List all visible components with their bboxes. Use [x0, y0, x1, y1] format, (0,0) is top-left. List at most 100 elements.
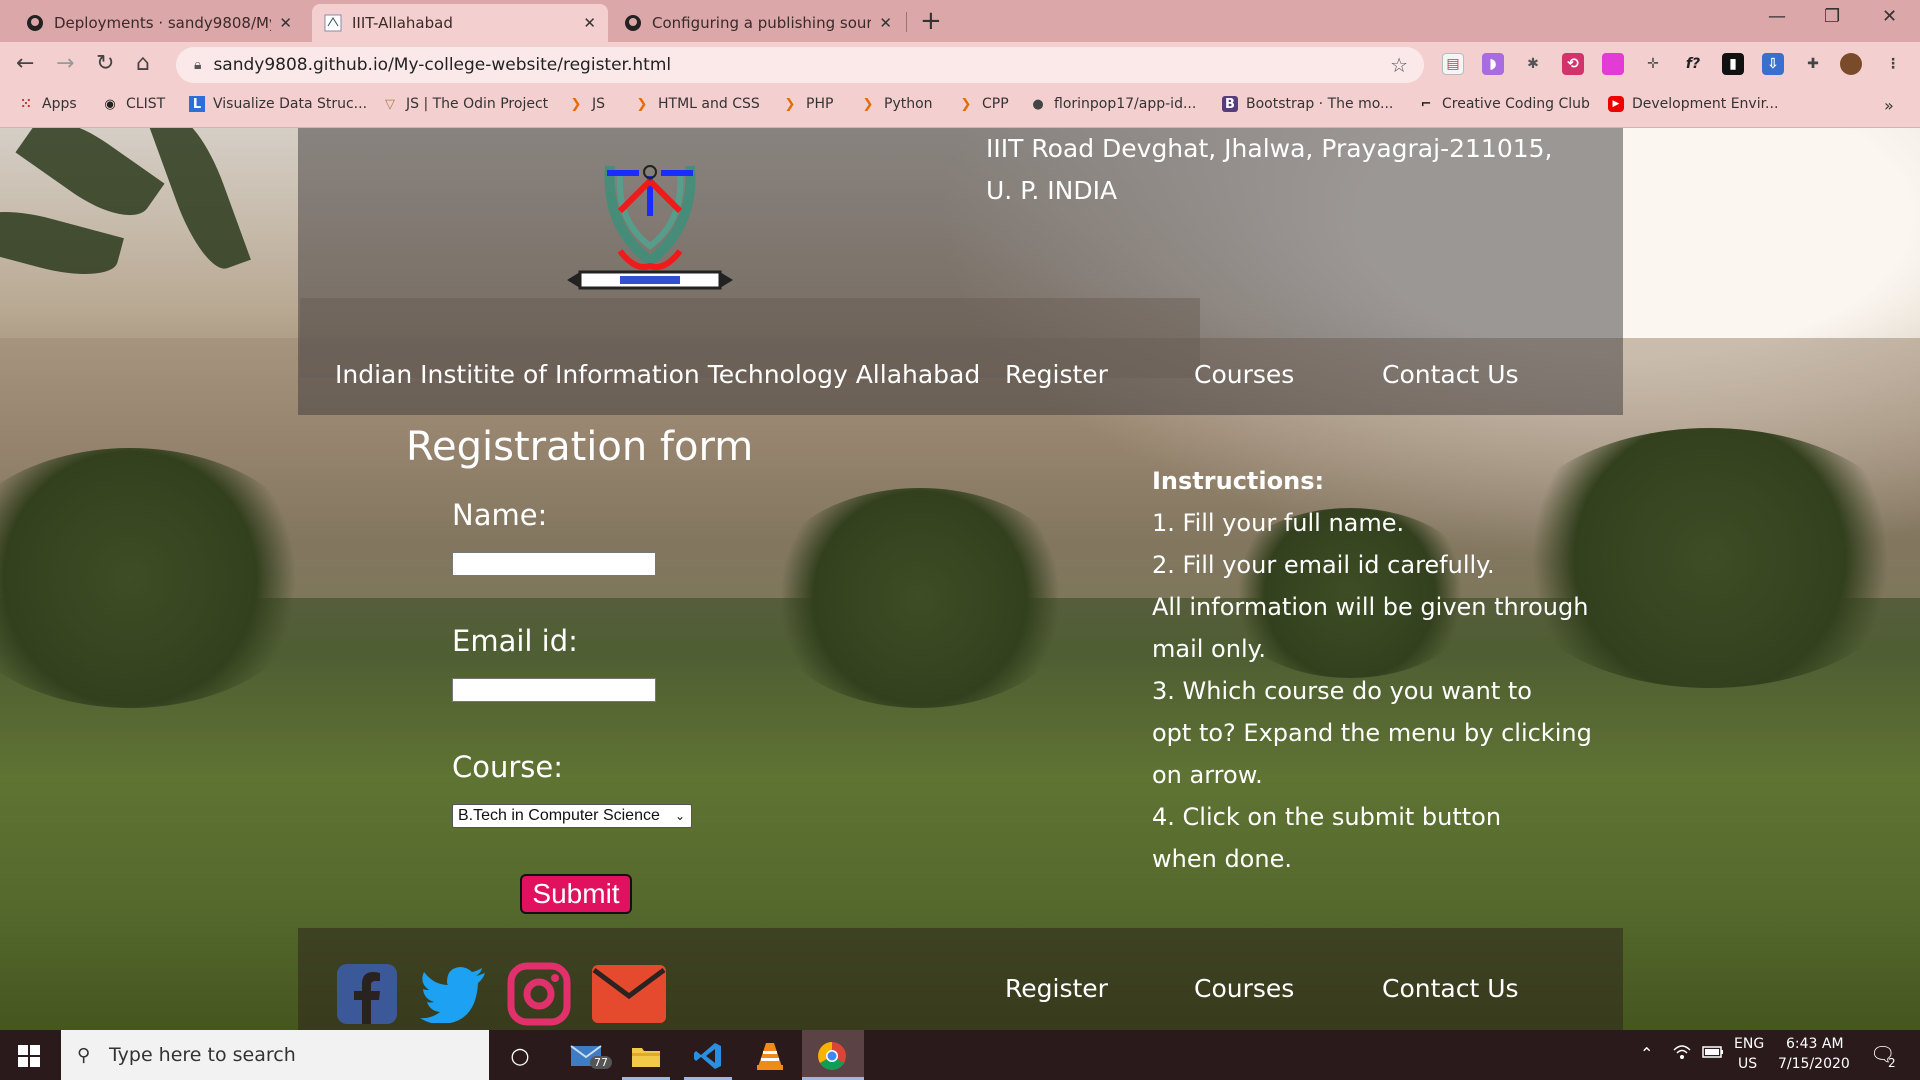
extension-gradient-icon[interactable] — [1602, 53, 1624, 75]
folder-chevron-icon: ❯ — [862, 96, 874, 112]
battery-icon[interactable] — [1702, 1044, 1724, 1062]
facebook-icon[interactable] — [334, 962, 400, 1026]
extension-download-icon[interactable]: ⇩ — [1762, 53, 1784, 75]
extension-black-icon[interactable]: ▮ — [1722, 53, 1744, 75]
vlc-icon[interactable] — [754, 1040, 786, 1072]
course-label: Course: — [452, 750, 564, 784]
back-arrow-icon[interactable]: ← — [16, 51, 34, 76]
institute-name[interactable]: Indian Institite of Information Technolo… — [335, 360, 980, 389]
twitter-icon[interactable] — [418, 962, 488, 1026]
language-top[interactable]: ENG — [1734, 1036, 1764, 1052]
folder-chevron-icon: ❯ — [960, 96, 972, 112]
close-window-icon[interactable]: ✕ — [1882, 6, 1897, 27]
bookmark-apps[interactable]: ⁙ Apps — [18, 96, 77, 112]
chevron-up-icon[interactable]: ⌃ — [1640, 1044, 1653, 1063]
bookmark-php[interactable]: ❯ PHP — [782, 96, 834, 112]
windows-start-icon[interactable] — [18, 1045, 40, 1067]
footer-contact-link[interactable]: Contact Us — [1382, 974, 1519, 1003]
nav-courses-link[interactable]: Courses — [1194, 360, 1294, 389]
extension-calendar-icon[interactable]: ▤ — [1442, 53, 1464, 75]
minimize-icon[interactable]: — — [1768, 6, 1786, 27]
extension-sync-icon[interactable]: ⟲ — [1562, 53, 1584, 75]
browser-toolbar: ← → ↻ ⌂ 🔒︎ sandy9808.github.io/My-colleg… — [0, 42, 1920, 88]
reload-icon[interactable]: ↻ — [96, 51, 114, 76]
close-tab-icon[interactable]: ✕ — [583, 14, 596, 32]
new-tab-plus-icon[interactable]: + — [920, 6, 942, 36]
clock-time[interactable]: 6:43 AM — [1786, 1036, 1844, 1052]
bookmark-label: JS — [592, 96, 606, 112]
bookmark-dev-env[interactable]: ▶ Development Envir... — [1608, 96, 1778, 112]
bookmark-florinpop[interactable]: ● florinpop17/app-id... — [1030, 96, 1196, 112]
bookmark-label: PHP — [806, 96, 834, 112]
profile-avatar[interactable] — [1840, 53, 1862, 75]
instructions-panel: Instructions: 1. Fill your full name. 2.… — [1152, 460, 1612, 880]
name-label: Name: — [452, 498, 548, 532]
bookmark-bootstrap[interactable]: B Bootstrap · The mo... — [1222, 96, 1393, 112]
bookmark-odin[interactable]: ▽ JS | The Odin Project — [382, 96, 548, 112]
odin-icon: ▽ — [385, 96, 395, 112]
close-tab-icon[interactable]: ✕ — [279, 14, 292, 32]
chrome-icon[interactable] — [816, 1040, 848, 1072]
search-icon: ⚲ — [77, 1044, 91, 1066]
extension-function-icon[interactable]: f? — [1682, 53, 1704, 75]
forward-arrow-icon[interactable]: → — [56, 51, 74, 76]
footer-register-link[interactable]: Register — [1005, 974, 1108, 1003]
tree — [760, 488, 1080, 708]
wifi-icon[interactable] — [1672, 1044, 1692, 1064]
youtube-icon: ▶ — [1608, 96, 1624, 112]
tab-configuring-publishing[interactable]: Configuring a publishing source ✕ — [612, 4, 904, 42]
more-bookmarks-icon[interactable]: » — [1884, 96, 1894, 115]
tab-iiit-allahabad[interactable]: IIIT-Allahabad ✕ — [312, 4, 608, 42]
tab-title: IIIT-Allahabad — [352, 14, 453, 32]
name-input[interactable] — [452, 552, 656, 576]
bookmark-cpp[interactable]: ❯ CPP — [958, 96, 1009, 112]
form-title: Registration form — [406, 424, 754, 470]
home-icon[interactable]: ⌂ — [136, 51, 150, 76]
ccc-icon: ⌐ — [1420, 96, 1432, 112]
extensions-puzzle-icon[interactable]: ✚ — [1802, 53, 1824, 75]
tab-deployments[interactable]: Deployments · sandy9808/My-co ✕ — [14, 4, 304, 42]
taskbar-search-box[interactable]: ⚲ Type here to search — [61, 1030, 489, 1080]
restore-icon[interactable]: ❐ — [1824, 6, 1840, 27]
bookmark-js[interactable]: ❯ JS — [568, 96, 605, 112]
extension-purple-icon[interactable]: ◗ — [1482, 53, 1504, 75]
language-bottom[interactable]: US — [1738, 1056, 1757, 1072]
bookmarks-bar: ⁙ Apps ◉ CLIST L Visualize Data Struc...… — [0, 88, 1920, 128]
extension-bug-icon[interactable]: ✱ — [1522, 53, 1544, 75]
vscode-icon[interactable] — [692, 1040, 724, 1072]
bookmark-label: Python — [884, 96, 933, 112]
course-select[interactable]: B.Tech in Computer Science ⌄ — [452, 804, 692, 828]
mail-icon[interactable] — [590, 962, 668, 1026]
nav-contact-link[interactable]: Contact Us — [1382, 360, 1519, 389]
clock-date[interactable]: 7/15/2020 — [1778, 1056, 1850, 1072]
footer-courses-link[interactable]: Courses — [1194, 974, 1294, 1003]
file-explorer-icon[interactable] — [630, 1040, 662, 1072]
bookmark-creative-coding[interactable]: ⌐ Creative Coding Club — [1418, 96, 1590, 112]
bookmark-html-css[interactable]: ❯ HTML and CSS — [634, 96, 760, 112]
instructions-title: Instructions: — [1152, 467, 1325, 495]
github-icon — [26, 14, 44, 32]
bookmark-label: Development Envir... — [1632, 96, 1779, 112]
nav-register-link[interactable]: Register — [1005, 360, 1108, 389]
palm-leaf — [149, 128, 251, 277]
palm-leaf — [0, 199, 124, 287]
mail-badge: 77 — [590, 1056, 612, 1069]
bookmark-label: CPP — [982, 96, 1009, 112]
bookmark-visualize[interactable]: L Visualize Data Struc... — [189, 96, 367, 112]
web-page: IIIT Road Devghat, Jhalwa, Prayagraj-211… — [0, 128, 1920, 1030]
bookmark-python[interactable]: ❯ Python — [860, 96, 933, 112]
extension-crosshair-icon[interactable]: ✛ — [1642, 53, 1664, 75]
bookmark-label: florinpop17/app-id... — [1054, 96, 1197, 112]
github-icon: ● — [1032, 96, 1044, 112]
address-bar[interactable]: 🔒︎ sandy9808.github.io/My-college-websit… — [176, 47, 1424, 83]
instagram-icon[interactable] — [506, 962, 572, 1026]
tab-title: Configuring a publishing source — [652, 14, 872, 32]
bookmark-star-icon[interactable]: ☆ — [1390, 53, 1408, 77]
submit-button[interactable]: Submit — [520, 874, 632, 914]
email-input[interactable] — [452, 678, 656, 702]
bookmark-label: HTML and CSS — [658, 96, 760, 112]
close-tab-icon[interactable]: ✕ — [879, 14, 892, 32]
cortana-circle-icon[interactable]: ○ — [504, 1040, 536, 1072]
menu-dots-icon[interactable]: ⋮ — [1882, 53, 1904, 75]
bookmark-clist[interactable]: ◉ CLIST — [102, 96, 165, 112]
